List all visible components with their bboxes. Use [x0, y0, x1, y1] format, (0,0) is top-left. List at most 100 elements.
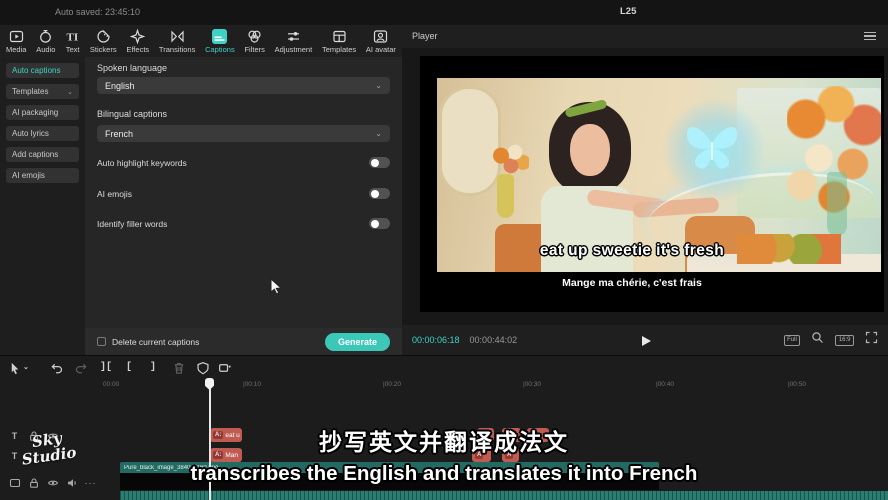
sidebar-item-auto-captions[interactable]: Auto captions [6, 63, 79, 78]
toolbar-item-media[interactable]: Media [6, 29, 26, 54]
toggle-row-ai-emojis: AI emojis [97, 188, 390, 199]
toolbar-item-label: Templates [322, 45, 356, 54]
redo-icon[interactable] [74, 360, 88, 375]
chevron-down-icon: ⌄ [67, 88, 73, 96]
cursor-chevron-icon[interactable]: ⌄ [23, 360, 29, 375]
sidebar-item-label: Auto lyrics [12, 129, 49, 138]
generate-button[interactable]: Generate [325, 333, 390, 351]
sidebar-item-auto-lyrics[interactable]: Auto lyrics [6, 126, 79, 141]
video-frame[interactable]: eat up sweetie it's fresh Mange ma chéri… [420, 56, 884, 312]
delete-captions-label: Delete current captions [112, 337, 199, 347]
toolbar-item-ai-avatar[interactable]: AI avatar [366, 29, 396, 54]
toggle-knob [371, 190, 379, 198]
overlay-subtitle-zh: 抄写英文并翻译成法文 [0, 423, 888, 457]
toolbar-item-effects[interactable]: Effects [126, 29, 149, 54]
toolbar-item-label: Stickers [90, 45, 117, 54]
bilingual-captions-select[interactable]: French ⌄ [97, 125, 390, 142]
preview-zoom-icon[interactable] [811, 331, 824, 349]
player-panel: Player [402, 25, 888, 355]
player-stage: eat up sweetie it's fresh Mange ma chéri… [402, 48, 888, 325]
filters-icon [247, 29, 262, 44]
toggle-knob [371, 159, 379, 167]
top-bar: Auto saved: 23:45:10 L25 [0, 0, 888, 25]
toggle-label: Auto highlight keywords [97, 158, 187, 168]
playhead-handle[interactable] [205, 378, 214, 390]
ruler-label: |00:40 [656, 381, 674, 388]
ai-emojis-toggle[interactable] [369, 188, 390, 199]
templates-icon [332, 29, 347, 44]
auto-highlight-toggle[interactable] [369, 157, 390, 168]
toolbar-item-audio[interactable]: Audio [36, 29, 55, 54]
effects-icon [130, 29, 145, 44]
ratio-button[interactable]: 16:9 [835, 335, 854, 346]
spoken-language-label: Spoken language [97, 63, 167, 73]
video-caption-secondary: Mange ma chérie, c'est frais [420, 277, 844, 289]
ai-avatar-icon [373, 29, 388, 44]
play-button[interactable] [640, 334, 652, 352]
fullscreen-icon[interactable] [865, 331, 878, 349]
split-icon[interactable]: ][ [100, 360, 112, 375]
overwrite-icon[interactable] [218, 360, 232, 375]
chevron-down-icon: ⌄ [375, 81, 382, 90]
toolbar-item-adjustment[interactable]: Adjustment [275, 29, 313, 54]
toggle-label: Identify filler words [97, 219, 167, 229]
sidebar-item-add-captions[interactable]: Add captions [6, 147, 79, 162]
session-label: L25 [620, 6, 636, 17]
current-time: 00:00:06:18 [412, 335, 460, 345]
mirror-panel [439, 86, 501, 196]
toolbar-item-label: Audio [36, 45, 55, 54]
captions-panel-footer: Delete current captions Generate [85, 328, 402, 355]
toolbar-item-text[interactable]: TI Text [65, 29, 80, 54]
transitions-icon [170, 29, 185, 44]
bouquet-left [489, 142, 529, 176]
trim-right-icon[interactable]: ] [150, 360, 156, 375]
butterfly-icon [681, 116, 743, 174]
toolbar-item-filters[interactable]: Filters [244, 29, 264, 54]
audio-clip[interactable] [120, 491, 888, 500]
mask-icon[interactable] [196, 360, 210, 375]
sidebar-item-label: Auto captions [12, 66, 60, 75]
mouse-cursor [270, 278, 283, 299]
sidebar-item-ai-packaging[interactable]: AI packaging [6, 105, 79, 120]
toggle-row-filler-words: Identify filler words [97, 218, 390, 229]
ruler-label: 00:00 [103, 381, 119, 388]
toggle-knob [371, 220, 379, 228]
filler-words-toggle[interactable] [369, 218, 390, 229]
ruler-label: |00:30 [523, 381, 541, 388]
video-caption-primary: eat up sweetie it's fresh [420, 242, 844, 260]
toolbar-item-label: Adjustment [275, 45, 313, 54]
toggle-label: AI emojis [97, 189, 132, 199]
toolbar-item-label: Effects [126, 45, 149, 54]
toolbar-item-transitions[interactable]: Transitions [159, 29, 195, 54]
undo-icon[interactable] [50, 360, 64, 375]
spoken-language-select[interactable]: English ⌄ [97, 77, 390, 94]
ruler-label: |00:20 [383, 381, 401, 388]
chevron-down-icon: ⌄ [375, 129, 382, 138]
toggle-row-auto-highlight: Auto highlight keywords [97, 157, 390, 168]
sidebar-item-label: Add captions [12, 150, 58, 159]
sidebar-item-ai-emojis[interactable]: AI emojis [6, 168, 79, 183]
bilingual-captions-value: French [105, 129, 133, 139]
trim-left-icon[interactable]: [ [126, 360, 132, 375]
toolbar-item-label: Captions [205, 45, 235, 54]
text-icon: TI [65, 29, 80, 44]
toolbar-item-label: Text [66, 45, 80, 54]
delete-icon[interactable] [172, 360, 186, 375]
delete-captions-checkbox[interactable] [97, 337, 106, 346]
adjustment-icon [286, 29, 301, 44]
toolbar-item-stickers[interactable]: Stickers [90, 29, 117, 54]
toolbar-item-captions[interactable]: Captions [205, 29, 235, 54]
sidebar-item-templates[interactable]: Templates ⌄ [6, 84, 79, 99]
module-toolbar: Media Audio TI Text Stickers Effects Tra… [0, 25, 402, 57]
autosave-status: Auto saved: 23:45:10 [55, 7, 140, 17]
sidebar-item-label: Templates [12, 87, 48, 96]
total-duration: 00:00:44:02 [470, 335, 518, 345]
quality-button[interactable]: Full [784, 335, 801, 346]
audio-icon [38, 29, 53, 44]
select-cursor-icon[interactable] [8, 360, 22, 375]
player-menu-icon[interactable] [864, 32, 876, 42]
ruler-label: |00:50 [788, 381, 806, 388]
toolbar-item-templates[interactable]: Templates [322, 29, 356, 54]
vase-right [827, 172, 847, 236]
captions-sidebar: Auto captions Templates ⌄ AI packaging Au… [0, 57, 85, 355]
